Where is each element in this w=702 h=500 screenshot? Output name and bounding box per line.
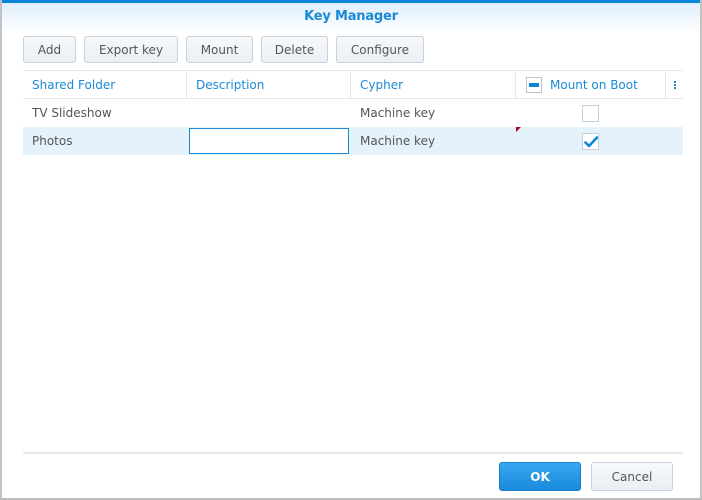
table-row[interactable]: Photos Machine key <box>23 127 683 155</box>
cell-description <box>187 127 351 155</box>
delete-button[interactable]: Delete <box>261 36 328 63</box>
ok-button[interactable]: OK <box>499 462 581 491</box>
column-menu-button[interactable] <box>666 71 683 99</box>
mount-on-boot-checkbox[interactable] <box>582 104 599 122</box>
more-vertical-icon <box>673 81 676 89</box>
modified-cell-marker <box>516 127 521 132</box>
column-header-description[interactable]: Description <box>187 71 351 99</box>
grid-header: Shared Folder Description Cypher Mount o… <box>23 70 683 99</box>
column-header-mount-on-boot-label: Mount on Boot <box>550 78 638 92</box>
cell-shared-folder: TV Slideshow <box>32 106 112 120</box>
cancel-button[interactable]: Cancel <box>591 462 673 491</box>
table-row[interactable]: TV Slideshow Machine key <box>23 99 683 127</box>
configure-button[interactable]: Configure <box>336 36 424 63</box>
key-manager-dialog: Key Manager Add Export key Mount Delete … <box>0 0 702 500</box>
cell-mount-on-boot <box>516 99 666 127</box>
cell-shared-folder: Photos <box>32 134 73 148</box>
cell-cypher: Machine key <box>360 106 436 120</box>
mount-button[interactable]: Mount <box>186 36 253 63</box>
key-grid: Shared Folder Description Cypher Mount o… <box>23 70 683 155</box>
description-input[interactable] <box>189 128 349 154</box>
toolbar: Add Export key Mount Delete Configure <box>23 36 424 63</box>
title-bar[interactable]: Key Manager <box>2 3 700 33</box>
export-key-button[interactable]: Export key <box>84 36 178 63</box>
cell-cypher: Machine key <box>360 134 436 148</box>
column-header-mount-on-boot[interactable]: Mount on Boot <box>516 71 666 99</box>
cell-description[interactable] <box>187 99 351 127</box>
cell-mount-on-boot <box>516 127 666 155</box>
checkmark-icon <box>584 135 598 147</box>
mount-on-boot-checkbox[interactable] <box>582 132 599 150</box>
column-header-cypher[interactable]: Cypher <box>351 71 516 99</box>
dialog-title: Key Manager <box>304 9 398 24</box>
select-all-checkbox[interactable] <box>526 77 542 93</box>
footer-divider <box>23 452 683 454</box>
add-button[interactable]: Add <box>23 36 76 63</box>
column-header-shared-folder[interactable]: Shared Folder <box>23 71 187 99</box>
